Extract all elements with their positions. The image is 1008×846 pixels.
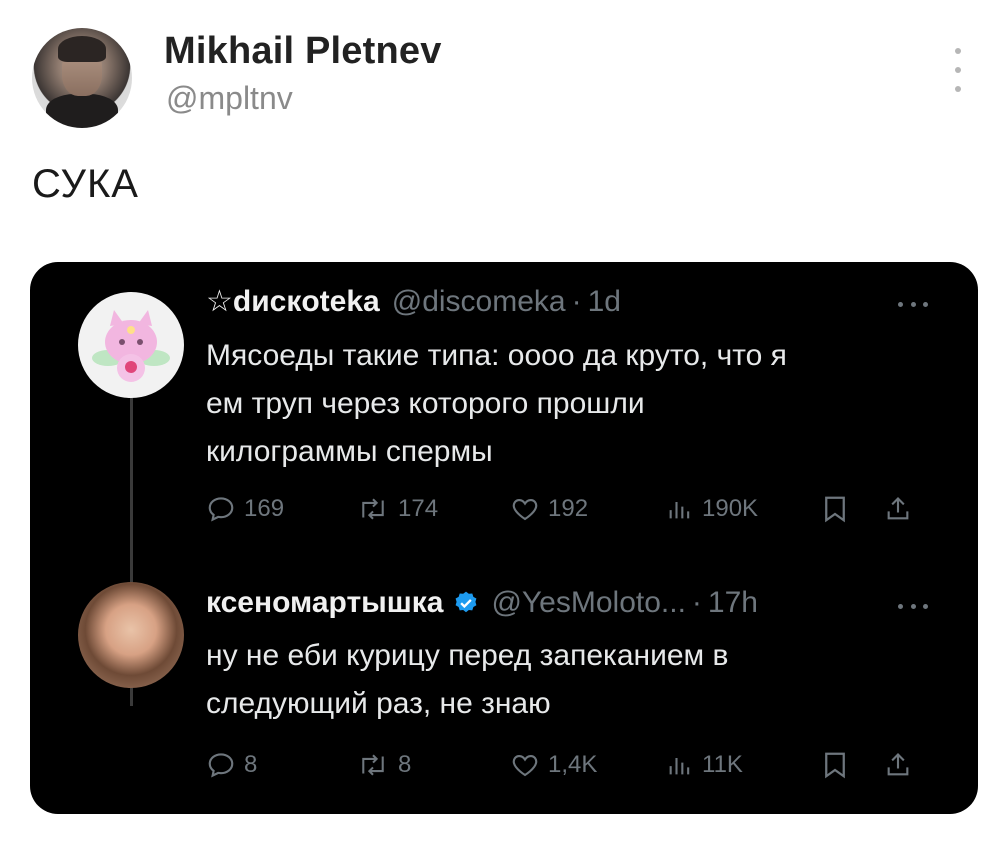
text-line: ну не еби курицу перед запеканием в — [206, 639, 729, 672]
author-avatar[interactable] — [32, 28, 132, 128]
heart-icon — [512, 754, 538, 777]
reply-button[interactable]: 8 — [206, 750, 257, 780]
quoted-tweet-1-name[interactable]: ☆dиcкoteka — [206, 284, 380, 319]
text-line: следующий раз, не знаю — [206, 687, 551, 720]
repost-count: 8 — [398, 751, 412, 778]
share-icon — [887, 753, 909, 776]
creature-avatar-icon — [92, 310, 170, 382]
reply-button[interactable]: 169 — [206, 494, 284, 524]
quoted-tweet-1-actions: 169 174 192 190K — [30, 494, 978, 534]
reply-count: 8 — [244, 751, 258, 778]
text-line: Мясоеды такие типа: оооо да круто, что я — [206, 339, 787, 372]
quoted-tweet-2-time[interactable]: 17h — [708, 586, 758, 620]
post-text: СУКА — [32, 162, 139, 206]
repost-icon — [362, 754, 384, 776]
text-line: ем труп через которого прошли — [206, 387, 645, 420]
quoted-tweet-2-text: ну не еби курицу перед запеканием в след… — [206, 632, 728, 728]
like-button[interactable]: 1,4K — [510, 750, 597, 780]
views-count: 190K — [702, 495, 759, 522]
share-button[interactable] — [884, 750, 912, 780]
quoted-tweet-2-handle[interactable]: @YesMoloto... — [491, 586, 685, 620]
quoted-tweet-2-name[interactable]: ксеномартышка — [206, 586, 443, 620]
bookmark-button[interactable] — [822, 750, 848, 780]
quoted-tweet-1-text: Мясоеды такие типа: оооо да круто, что я… — [206, 332, 787, 476]
share-button[interactable] — [884, 494, 912, 524]
repost-button[interactable]: 8 — [356, 750, 411, 780]
more-options-icon[interactable] — [946, 48, 970, 92]
bookmark-button[interactable] — [822, 494, 848, 524]
like-count: 192 — [548, 495, 589, 522]
bookmark-icon — [825, 752, 845, 779]
repost-count: 174 — [398, 495, 439, 522]
more-icon[interactable] — [898, 602, 928, 610]
meta-separator: · — [571, 284, 582, 318]
views-icon — [669, 758, 690, 775]
quoted-tweet-1-time[interactable]: 1d — [588, 285, 621, 319]
reply-count: 169 — [244, 495, 285, 522]
heart-icon — [512, 498, 538, 521]
avatar-hair — [58, 36, 106, 62]
quoted-tweet-2-header: ксеномартышка @YesMoloto... · 17h — [206, 586, 758, 620]
like-button[interactable]: 192 — [510, 494, 588, 524]
views-button[interactable]: 190K — [666, 494, 758, 524]
views-count: 11K — [702, 751, 743, 778]
repost-icon — [362, 498, 384, 520]
reply-icon — [208, 497, 234, 522]
verified-badge-icon — [456, 591, 477, 613]
bookmark-icon — [825, 496, 845, 523]
author-handle[interactable]: @mpltnv — [166, 80, 293, 117]
reply-icon — [208, 753, 234, 778]
views-button[interactable]: 11K — [666, 750, 743, 780]
like-count: 1,4K — [548, 751, 598, 778]
quoted-tweet-1-handle[interactable]: @discomeka — [392, 285, 566, 319]
quoted-avatar-2[interactable] — [78, 582, 184, 688]
repost-button[interactable]: 174 — [356, 494, 438, 524]
avatar-coat — [46, 94, 118, 128]
author-name[interactable]: Mikhail Pletnev — [164, 30, 442, 73]
more-icon[interactable] — [898, 300, 928, 308]
meta-separator: · — [691, 586, 702, 619]
text-line: килограммы спермы — [206, 435, 493, 468]
quoted-tweet-2-actions: 8 8 1,4K 11K — [30, 750, 978, 790]
share-icon — [887, 497, 909, 520]
quoted-avatar-1[interactable] — [78, 292, 184, 398]
views-icon — [669, 502, 690, 519]
quoted-thread-card[interactable]: ☆dиcкoteka @discomeka · 1d Мясоеды такие… — [30, 262, 978, 814]
quoted-tweet-1-header: ☆dиcкoteka @discomeka · 1d — [206, 284, 621, 319]
